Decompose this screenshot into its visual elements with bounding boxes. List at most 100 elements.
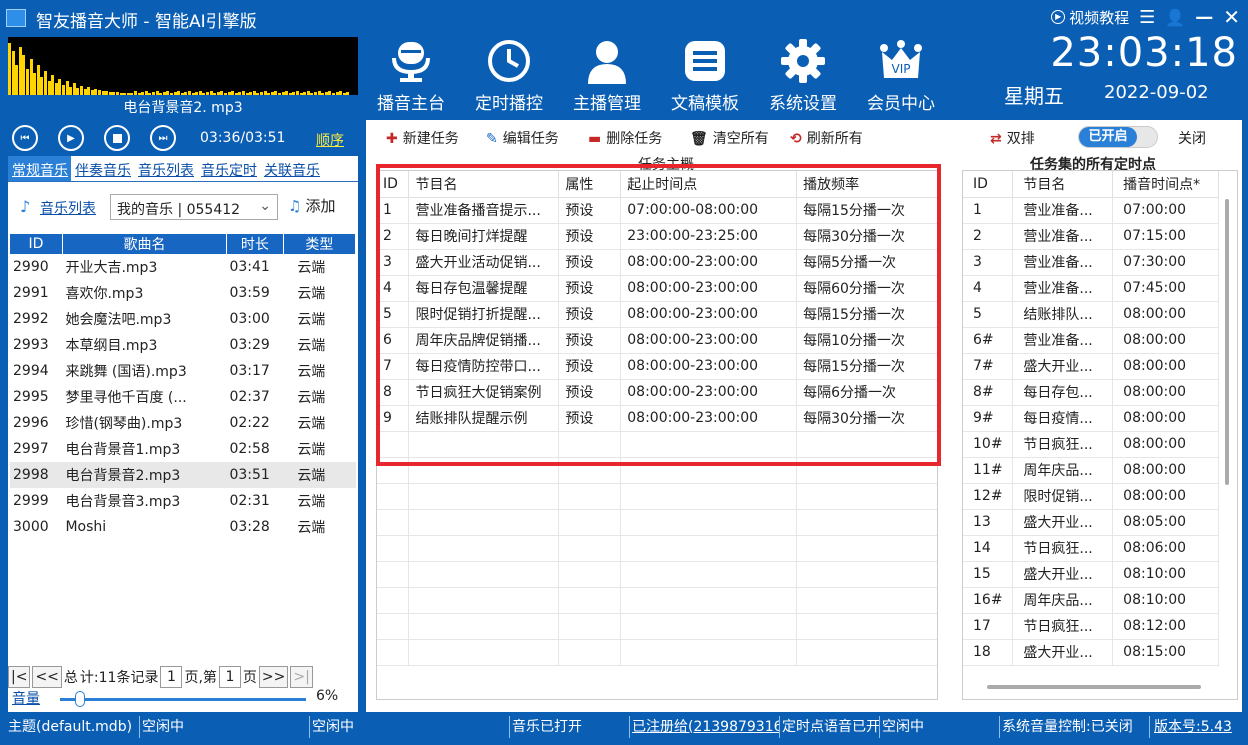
table-row[interactable]: 2999 电台背景音3.mp3 02:31 云端 [10, 488, 356, 514]
table-row[interactable]: 2994 来跳舞 (国语).mp3 03:17 云端 [10, 358, 356, 384]
empty-cell [558, 483, 622, 510]
music-list-dropdown[interactable]: 我的音乐 | 055412 ⌄ [110, 194, 278, 220]
column-header[interactable]: 类型 [283, 234, 357, 254]
table-row[interactable]: 9# 每日疫情... 08:00:00 [963, 405, 1219, 432]
column-header[interactable]: ID [10, 234, 63, 254]
minimize-icon[interactable]: — [1195, 7, 1213, 28]
table-row[interactable]: 6# 营业准备... 08:00:00 [963, 327, 1219, 354]
volume-slider[interactable] [60, 698, 306, 701]
first-page-button[interactable]: |< [8, 666, 31, 688]
column-header[interactable]: 时长 [226, 234, 284, 254]
column-header[interactable]: 节目名 [1012, 171, 1114, 198]
new-task-button[interactable]: ✚ 新建任务 [386, 128, 459, 148]
table-row[interactable]: 2992 她会魔法吧.mp3 03:00 云端 [10, 306, 356, 332]
table-row[interactable]: 14 节日疯狂... 08:06:00 [963, 535, 1219, 562]
table-row[interactable]: 17 节日疯狂... 08:12:00 [963, 613, 1219, 640]
next-button[interactable]: ⏭ [150, 125, 176, 151]
table-row[interactable]: 16# 周年庆品... 08:10:00 [963, 587, 1219, 614]
menu-icon[interactable]: ☰ [1139, 7, 1155, 28]
table-row[interactable]: 2991 喜欢你.mp3 03:59 云端 [10, 280, 356, 306]
table-row[interactable]: 1 营业准备播音提示... 预设 07:00:00-08:00:00 每隔15分播一次 [377, 197, 937, 224]
current-page-input[interactable]: 1 [218, 666, 241, 688]
table-row[interactable]: 9 结账排队提醒示例 预设 08:00:00-23:00:00 每隔30分播一次 [377, 405, 937, 432]
tab-regular-music[interactable]: 常规音乐 [8, 156, 71, 181]
song-name: 本草纲目.mp3 [65, 338, 158, 354]
tab-music-list[interactable]: 音乐列表 [134, 156, 197, 181]
column-header[interactable]: 播音时间点* [1112, 171, 1219, 198]
column-header[interactable]: 属性 [558, 171, 622, 198]
table-row[interactable]: 6 周年庆品牌促销播... 预设 08:00:00-23:00:00 每隔10分播一次 [377, 327, 937, 354]
page-input[interactable]: 1 [160, 666, 183, 688]
column-header[interactable]: ID [963, 171, 1014, 198]
spectrum-bar [310, 93, 314, 95]
nav-system-settings[interactable]: 系统设置 [754, 34, 846, 114]
table-row[interactable]: 2996 珍惜(钢琴曲).mp3 02:22 云端 [10, 410, 356, 436]
video-tutorial-link[interactable]: ▶ 视频教程 [1051, 7, 1129, 28]
nav-script-templates[interactable]: 文稿模板 [656, 34, 748, 114]
last-page-button[interactable]: >| [290, 666, 313, 688]
table-row[interactable]: 8 节日疯狂大促销案例 预设 08:00:00-23:00:00 每隔6分播一次 [377, 379, 937, 406]
prev-page-button[interactable]: << [32, 666, 62, 688]
add-music-button[interactable]: ♫ 添加 [288, 195, 335, 216]
pager-page-label: 页,第 [184, 670, 217, 686]
play-button[interactable]: ▶ [58, 125, 84, 151]
table-row[interactable]: 3 营业准备... 07:30:00 [963, 249, 1219, 276]
delete-task-button[interactable]: ▬ 删除任务 [588, 128, 662, 148]
double-row-switch[interactable]: 已开启 [1078, 126, 1158, 148]
user-icon[interactable]: 👤 [1165, 8, 1185, 27]
table-row[interactable]: 5 结账排队... 08:00:00 [963, 301, 1219, 328]
table-row[interactable]: 2 营业准备... 07:15:00 [963, 223, 1219, 250]
close-label[interactable]: 关闭 [1178, 128, 1206, 148]
table-row[interactable]: 7# 盛大开业... 08:00:00 [963, 353, 1219, 380]
table-row[interactable]: 12# 限时促销... 08:00:00 [963, 483, 1219, 510]
stop-button[interactable] [104, 125, 130, 151]
table-row[interactable]: 7 每日疫情防控带口... 预设 08:00:00-23:00:00 每隔15分播一次 [377, 353, 937, 380]
nav-timed-control[interactable]: 定时播控 [460, 34, 552, 114]
status-version-link[interactable]: 版本号:5.43 [1152, 716, 1242, 738]
tab-music-timer[interactable]: 音乐定时 [197, 156, 260, 181]
clear-all-button[interactable]: 🗑 清空所有 [690, 128, 769, 148]
table-row[interactable]: 2990 开业大吉.mp3 03:41 云端 [10, 254, 356, 280]
table-row[interactable]: 1 营业准备... 07:00:00 [963, 197, 1219, 224]
horizontal-scrollbar[interactable] [987, 685, 1201, 689]
table-row[interactable]: 11# 周年庆品... 08:00:00 [963, 457, 1219, 484]
nav-host-management[interactable]: 主播管理 [558, 34, 650, 114]
next-page-button[interactable]: >> [258, 666, 289, 688]
column-header[interactable]: 播放频率 [796, 171, 937, 198]
music-list-link[interactable]: 音乐列表 [40, 198, 96, 218]
table-row[interactable]: 2995 梦里寻他千百度 (... 02:37 云端 [10, 384, 356, 410]
previous-button[interactable]: ⏮ [12, 125, 38, 151]
nav-member-center[interactable]: VIP 会员中心 [852, 34, 944, 114]
volume-slider-handle[interactable] [74, 691, 85, 707]
vertical-scrollbar[interactable] [1225, 199, 1229, 485]
tab-accompaniment[interactable]: 伴奏音乐 [71, 156, 134, 181]
status-registration-link[interactable]: 已注册给(2139879316 [630, 716, 780, 738]
column-header[interactable]: ID [377, 171, 410, 198]
column-header[interactable]: 起止时间点 [620, 171, 798, 198]
table-row[interactable]: 3000 Moshi 03:28 云端 [10, 514, 356, 540]
table-row[interactable]: 4 营业准备... 07:45:00 [963, 275, 1219, 302]
tab-linked-music[interactable]: 关联音乐 [260, 156, 323, 181]
table-row[interactable]: 15 盛大开业... 08:10:00 [963, 561, 1219, 588]
play-mode-link[interactable]: 顺序 [316, 130, 344, 150]
table-row[interactable]: 18 盛大开业... 08:15:00 [963, 639, 1219, 666]
table-row[interactable]: 4 每日存包温馨提醒 预设 08:00:00-23:00:00 每隔60分播一次 [377, 275, 937, 302]
table-row[interactable]: 13 盛大开业... 08:05:00 [963, 509, 1219, 536]
table-row[interactable]: 2 每日晚间打烊提醒 预设 23:00:00-23:25:00 每隔30分播一次 [377, 223, 937, 250]
refresh-all-button[interactable]: ⟲ 刷新所有 [790, 128, 863, 148]
song-id: 2999 [13, 493, 49, 509]
table-row[interactable]: 8# 每日存包... 08:00:00 [963, 379, 1219, 406]
table-row[interactable]: 2998 电台背景音2.mp3 03:51 云端 [10, 462, 356, 488]
table-row[interactable]: 2997 电台背景音1.mp3 02:58 云端 [10, 436, 356, 462]
column-header[interactable]: 歌曲名 [62, 234, 227, 254]
edit-task-button[interactable]: ✎ 编辑任务 [486, 128, 559, 148]
nav-broadcast-desk[interactable]: 播音主台 [362, 34, 454, 114]
spectrum-bar [234, 93, 238, 95]
table-row[interactable]: 2993 本草纲目.mp3 03:29 云端 [10, 332, 356, 358]
column-header[interactable]: 节目名 [408, 171, 560, 198]
table-row[interactable]: 3 盛大开业活动促销... 预设 08:00:00-23:00:00 每隔5分播一次 [377, 249, 937, 276]
table-row[interactable]: 10# 节日疯狂... 08:00:00 [963, 431, 1219, 458]
close-icon[interactable]: ✕ [1223, 5, 1240, 29]
spectrum-bar [252, 91, 256, 95]
table-row[interactable]: 5 限时促销打折提醒... 预设 08:00:00-23:00:00 每隔15分播一次 [377, 301, 937, 328]
